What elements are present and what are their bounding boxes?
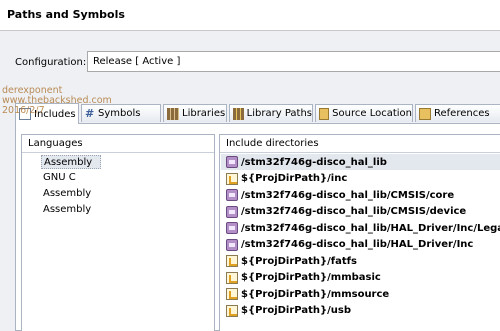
dialog-title: Paths and Symbols [7,8,125,21]
workspace-folder-icon [226,205,238,218]
include-path: ${ProjDirPath}/mmsource [241,288,390,300]
include-directories-header: Include directories [220,135,500,153]
include-path: ${ProjDirPath}/usb [241,305,352,316]
library-icon [167,107,179,120]
workspace-folder-icon [226,156,238,168]
include-path: /stm32f746g-disco_hal_lib/HAL_Driver/Inc… [241,222,500,234]
include-row[interactable]: /stm32f746g-disco_hal_lib [221,154,500,170]
tab-bar: Includes # Symbols Libraries Library Pat… [15,103,500,124]
language-item-gnu-c[interactable]: GNU C [41,171,103,185]
tab-source-location[interactable]: Source Location [315,104,413,122]
filesystem-folder-icon [226,255,238,267]
filesystem-folder-icon [226,288,238,300]
include-row[interactable]: /stm32f746g-disco_hal_lib/HAL_Driver/Inc… [221,220,500,236]
configuration-label: Configuration: [15,57,87,68]
include-path: /stm32f746g-disco_hal_lib/HAL_Driver/Inc [241,239,474,250]
configuration-select[interactable]: Release [ Active ] [87,51,500,72]
include-path: ${ProjDirPath}/inc [241,173,348,184]
include-path: /stm32f746g-disco_hal_lib/CMSIS/core [241,189,455,201]
references-icon [419,107,431,120]
languages-header-label: Languages [28,138,83,149]
tab-libraries-label: Libraries [182,108,226,119]
language-item-assembly-3[interactable]: Assembly [41,203,103,217]
include-row[interactable]: /stm32f746g-disco_hal_lib/HAL_Driver/Inc [221,237,500,253]
include-row[interactable]: ${ProjDirPath}/mmbasic [221,270,500,286]
include-path: /stm32f746g-disco_hal_lib [241,156,387,168]
language-item-assembly-1[interactable]: Assembly [41,155,101,169]
source-folder-icon [319,107,330,120]
workspace-folder-icon [226,189,238,201]
include-row[interactable]: ${ProjDirPath}/inc [221,171,500,187]
tab-references-label: References [434,108,490,119]
filesystem-folder-icon [226,271,238,284]
tab-symbols[interactable]: # Symbols [81,104,161,122]
tab-libraries[interactable]: Libraries [163,104,227,122]
languages-list: Languages Assembly GNU C Assembly Assemb… [21,134,215,331]
include-row[interactable]: /stm32f746g-disco_hal_lib/CMSIS/core [221,187,500,203]
tab-includes-label: Includes [34,108,76,120]
include-row[interactable]: /stm32f746g-disco_hal_lib/CMSIS/device [221,204,500,220]
library-paths-icon [233,107,244,120]
filesystem-folder-icon [226,304,238,317]
workspace-folder-icon [226,238,238,251]
tab-library-paths-label: Library Paths [246,108,312,119]
include-row[interactable]: ${ProjDirPath}/mmsource [221,286,500,302]
languages-header: Languages [22,135,214,153]
workspace-folder-icon [226,222,238,234]
tab-symbols-label: Symbols [98,108,141,119]
include-path: /stm32f746g-disco_hal_lib/CMSIS/device [241,206,467,217]
include-path: ${ProjDirPath}/fatfs [241,255,357,267]
include-directories-list: Include directories /stm32f746g-disco_ha… [219,134,500,331]
include-directories-header-label: Include directories [226,138,319,149]
includes-icon [19,108,31,120]
tab-source-location-label: Source Location [332,108,412,119]
include-path: ${ProjDirPath}/mmbasic [241,272,381,283]
configuration-value: Release [ Active ] [93,56,181,67]
include-row[interactable]: ${ProjDirPath}/fatfs [221,253,500,269]
tab-references[interactable]: References [415,104,500,122]
hash-icon: # [85,106,95,120]
dialog-title-bar: Paths and Symbols [0,0,500,31]
language-item-assembly-2[interactable]: Assembly [41,187,103,201]
tab-includes[interactable]: Includes [15,103,79,124]
filesystem-folder-icon [226,172,238,185]
include-row[interactable]: ${ProjDirPath}/usb [221,303,500,319]
tab-library-paths[interactable]: Library Paths [229,104,313,122]
